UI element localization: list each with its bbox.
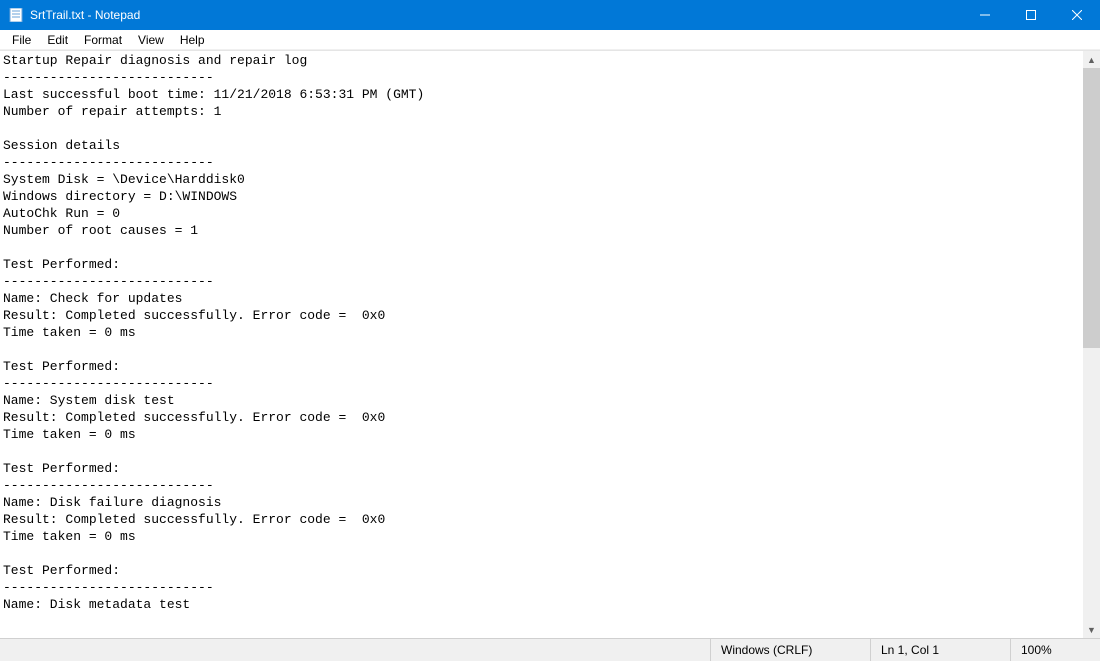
menu-file[interactable]: File [4, 31, 39, 49]
statusbar: Windows (CRLF) Ln 1, Col 1 100% [0, 638, 1100, 661]
scroll-down-arrow-icon[interactable]: ▼ [1083, 621, 1100, 638]
titlebar: SrtTrail.txt - Notepad [0, 0, 1100, 30]
window-title: SrtTrail.txt - Notepad [30, 8, 962, 22]
vertical-scrollbar[interactable]: ▲ ▼ [1083, 51, 1100, 638]
status-spacer [0, 639, 710, 661]
content-area: ▲ ▼ [0, 50, 1100, 638]
menu-edit[interactable]: Edit [39, 31, 76, 49]
maximize-button[interactable] [1008, 0, 1054, 30]
notepad-icon [8, 7, 24, 23]
menubar: File Edit Format View Help [0, 30, 1100, 50]
status-encoding: Windows (CRLF) [710, 639, 870, 661]
menu-format[interactable]: Format [76, 31, 130, 49]
text-editor[interactable] [0, 51, 1083, 638]
close-button[interactable] [1054, 0, 1100, 30]
menu-view[interactable]: View [130, 31, 172, 49]
menu-help[interactable]: Help [172, 31, 213, 49]
window-controls [962, 0, 1100, 30]
scroll-thumb[interactable] [1083, 68, 1100, 348]
scroll-track[interactable] [1083, 68, 1100, 621]
status-zoom: 100% [1010, 639, 1100, 661]
scroll-up-arrow-icon[interactable]: ▲ [1083, 51, 1100, 68]
minimize-button[interactable] [962, 0, 1008, 30]
status-cursor-position: Ln 1, Col 1 [870, 639, 1010, 661]
